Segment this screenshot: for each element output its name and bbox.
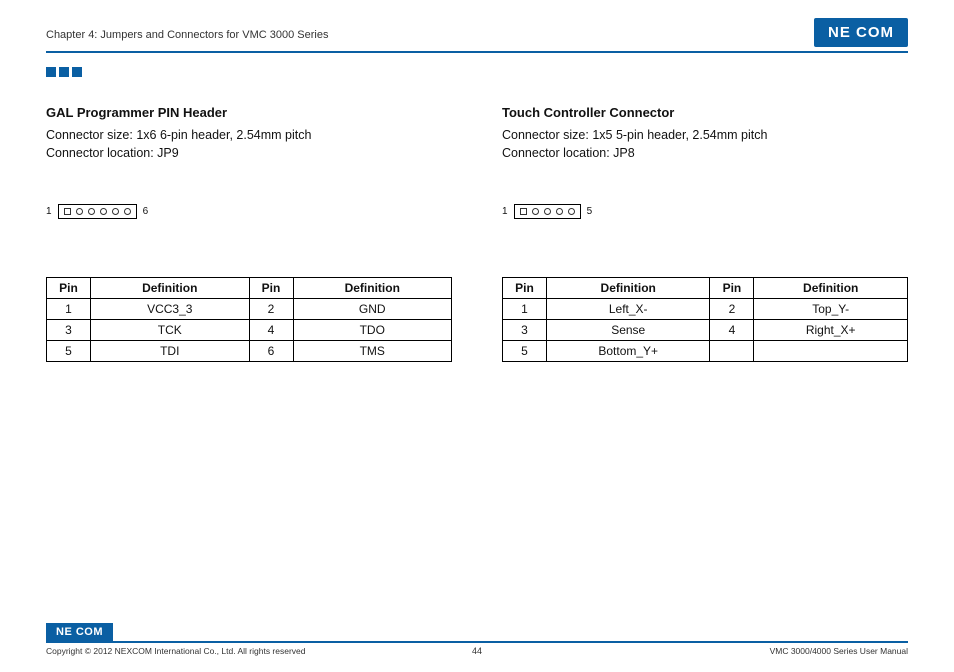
table-header: Definition: [754, 278, 908, 299]
cell: Bottom_Y+: [547, 341, 710, 362]
table-row: 3 Sense 4 Right_X+: [503, 320, 908, 341]
connector-size-right: Connector size: 1x5 5-pin header, 2.54mm…: [502, 126, 908, 144]
table-header: Pin: [47, 278, 91, 299]
pin-diagram-left: 1 6: [46, 204, 452, 219]
pin-circle-icon: [100, 208, 107, 215]
cell: 5: [503, 341, 547, 362]
pin-circle-icon: [112, 208, 119, 215]
table-header: Pin: [503, 278, 547, 299]
cell: Top_Y-: [754, 299, 908, 320]
pin-circle-icon: [544, 208, 551, 215]
table-row: 1 Left_X- 2 Top_Y-: [503, 299, 908, 320]
cell: TCK: [91, 320, 250, 341]
pin-end-label: 5: [587, 206, 593, 217]
table-header: Definition: [91, 278, 250, 299]
cell: 5: [47, 341, 91, 362]
header-rule: [46, 51, 908, 53]
cell: 2: [710, 299, 754, 320]
table-row: 1 VCC3_3 2 GND: [47, 299, 452, 320]
pin-circle-icon: [124, 208, 131, 215]
table-row: 5 Bottom_Y+: [503, 341, 908, 362]
cell: Right_X+: [754, 320, 908, 341]
table-row: 5 TDI 6 TMS: [47, 341, 452, 362]
cell: 4: [249, 320, 293, 341]
cell: GND: [293, 299, 452, 320]
pin-table-left: Pin Definition Pin Definition 1 VCC3_3 2…: [46, 277, 452, 362]
cell: TMS: [293, 341, 452, 362]
connector-location-right: Connector location: JP8: [502, 144, 908, 162]
section-title-left: GAL Programmer PIN Header: [46, 105, 452, 120]
pin-circle-icon: [76, 208, 83, 215]
pin-circle-icon: [532, 208, 539, 215]
cell: VCC3_3: [91, 299, 250, 320]
pin-end-label: 6: [143, 206, 149, 217]
pin-square-icon: [64, 208, 71, 215]
pin-circle-icon: [568, 208, 575, 215]
table-header: Pin: [249, 278, 293, 299]
cell: Sense: [547, 320, 710, 341]
cell: 1: [47, 299, 91, 320]
pin-table-right: Pin Definition Pin Definition 1 Left_X- …: [502, 277, 908, 362]
cell: 1: [503, 299, 547, 320]
page-number: 44: [46, 646, 908, 656]
pin-circle-icon: [556, 208, 563, 215]
table-header: Pin: [710, 278, 754, 299]
cell: TDI: [91, 341, 250, 362]
cell: [754, 341, 908, 362]
table-header: Definition: [293, 278, 452, 299]
decorative-squares: [46, 67, 908, 77]
table-header: Definition: [547, 278, 710, 299]
footer-logo: NE COM: [46, 623, 113, 641]
chapter-title: Chapter 4: Jumpers and Connectors for VM…: [46, 29, 328, 47]
cell: 3: [503, 320, 547, 341]
connector-size-left: Connector size: 1x6 6-pin header, 2.54mm…: [46, 126, 452, 144]
cell: Left_X-: [547, 299, 710, 320]
cell: 4: [710, 320, 754, 341]
section-title-right: Touch Controller Connector: [502, 105, 908, 120]
pin-circle-icon: [88, 208, 95, 215]
table-row: 3 TCK 4 TDO: [47, 320, 452, 341]
pin-square-icon: [520, 208, 527, 215]
cell: 6: [249, 341, 293, 362]
cell: TDO: [293, 320, 452, 341]
cell: 2: [249, 299, 293, 320]
brand-logo: NE COM: [814, 18, 908, 47]
connector-location-left: Connector location: JP9: [46, 144, 452, 162]
cell: 3: [47, 320, 91, 341]
pin-start-label: 1: [46, 206, 52, 217]
footer-rule: [46, 641, 908, 643]
pin-diagram-right: 1 5: [502, 204, 908, 219]
pin-start-label: 1: [502, 206, 508, 217]
cell: [710, 341, 754, 362]
